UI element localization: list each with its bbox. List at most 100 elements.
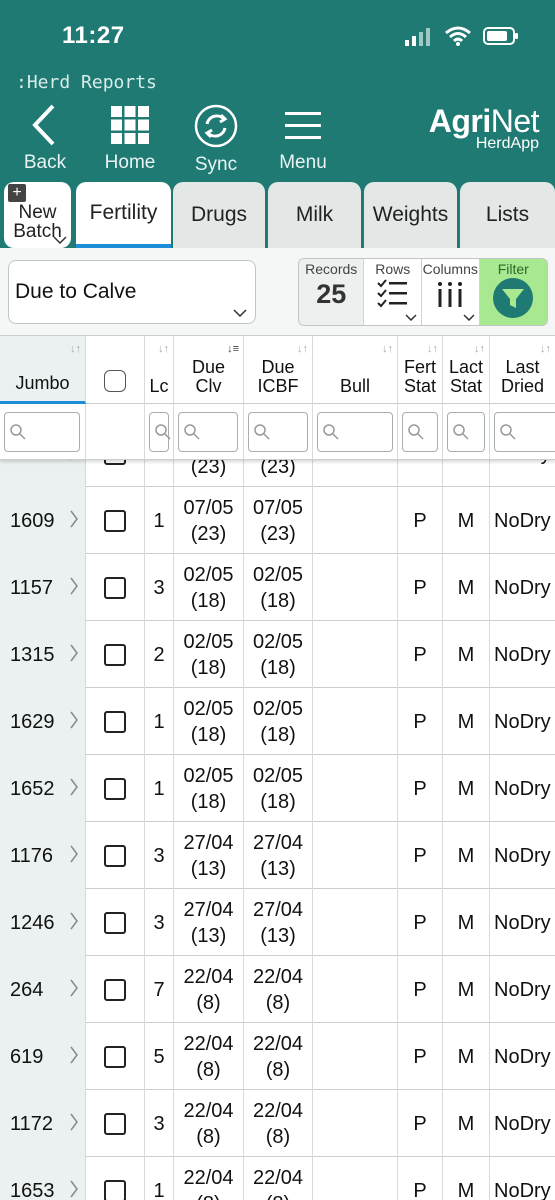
jumbo-cell[interactable]: 619 [0,1023,86,1090]
tab-lists[interactable]: Lists [460,182,555,248]
row-checkbox[interactable] [104,1179,126,1200]
search-cell-due-icbf [244,404,313,460]
table-row[interactable]: 1172 3 22/04 (8) 22/04 (8) P M NoDry [0,1090,555,1157]
filter-label: Filter [497,261,529,277]
table-row[interactable]: 619 5 22/04 (8) 22/04 (8) P M NoDry [0,1023,555,1090]
jumbo-number: 1176 [10,844,54,867]
row-checkbox[interactable] [104,911,126,934]
jumbo-cell[interactable]: 1315 [0,621,86,688]
tab-milk[interactable]: Milk [268,182,361,248]
col-header-due-clv[interactable]: ↓≡ Due Clv [174,336,244,404]
col-header-last-dried[interactable]: ↓↑ Last Dried [490,336,555,404]
fert-stat-cell: P [398,1090,443,1157]
tab-weights[interactable]: Weights [364,182,457,248]
due-icbf-date: 27/04 [252,898,304,921]
search-cell-bull [313,404,398,460]
report-tabs: + New Batch Fertility Drugs Milk Weights… [0,182,555,248]
col-header-due-clv-line2: Clv [195,376,222,396]
table-row[interactable]: 1176 3 27/04 (13) 27/04 (13) P M NoDry [0,822,555,889]
columns-button[interactable]: Columns [422,259,480,325]
back-button[interactable]: Back [0,104,90,174]
jumbo-cell[interactable]: 1246 [0,889,86,956]
sort-icon: ↓↑ [540,343,551,355]
lc-value: 3 [153,844,165,867]
lc-cell: 1 [145,487,174,554]
select-cell [86,755,145,822]
row-checkbox[interactable] [104,1045,126,1068]
row-checkbox[interactable] [104,710,126,733]
filter-button[interactable]: Filter [479,259,547,325]
table-row[interactable]: 1653 1 22/04 (8) 22/04 (8) P M NoDry [0,1157,555,1200]
jumbo-cell[interactable]: 1609 [0,487,86,554]
select-all-checkbox[interactable] [104,370,126,392]
tab-fertility[interactable]: Fertility [76,182,171,248]
col-header-fert-stat[interactable]: ↓↑ Fert Stat [398,336,443,404]
chevron-right-icon [70,1180,78,1198]
jumbo-cell[interactable]: 1172 [0,1090,86,1157]
column-search-input-lc[interactable] [149,412,171,452]
due-icbf-days: (18) [260,723,296,746]
due-icbf-days: (23) [260,460,296,478]
column-search-input-due-clv[interactable] [178,412,238,452]
column-search-input-fert-stat[interactable] [402,412,438,452]
due-icbf-days: (18) [260,656,296,679]
jumbo-cell[interactable]: 1653 [0,1157,86,1200]
table-row[interactable]: 1246 3 27/04 (13) 27/04 (13) P M NoDry [0,889,555,956]
jumbo-cell[interactable]: 1112 [0,460,86,487]
column-search-input-last-dried[interactable] [494,412,555,452]
col-header-jumbo[interactable]: ↓↑ Jumbo [0,336,86,404]
row-checkbox[interactable] [104,1112,126,1135]
table-row[interactable]: 1315 2 02/05 (18) 02/05 (18) P M NoDry [0,621,555,688]
jumbo-cell[interactable]: 1176 [0,822,86,889]
jumbo-cell[interactable]: 1652 [0,755,86,822]
due-clv-date: 22/04 [183,1032,234,1055]
row-checkbox[interactable] [104,509,126,532]
due-clv-days: (18) [190,790,227,813]
new-batch-button[interactable]: + New Batch [4,182,71,248]
table-row[interactable]: 264 7 22/04 (8) 22/04 (8) P M NoDry [0,956,555,1023]
jumbo-number: 1172 [10,1112,54,1135]
table-row[interactable]: 1629 1 02/05 (18) 02/05 (18) P M NoDry [0,688,555,755]
report-type-select[interactable]: Due to Calve [8,260,256,324]
row-checkbox[interactable] [104,777,126,800]
lact-stat-value: M [457,978,475,1001]
row-checkbox[interactable] [104,460,126,465]
brand-name-part1: Agri [428,103,492,139]
column-search-input-lact-stat[interactable] [447,412,485,452]
column-search-input-bull[interactable] [317,412,393,452]
tab-drugs[interactable]: Drugs [173,182,265,248]
due-icbf-date: 22/04 [252,965,304,988]
search-cell-select [86,404,145,460]
home-button[interactable]: Home [85,104,175,174]
jumbo-cell[interactable]: 1629 [0,688,86,755]
col-header-bull[interactable]: ↓↑ Bull [313,336,398,404]
row-checkbox[interactable] [104,844,126,867]
due-icbf-cell: 07/05(23) [244,460,313,487]
jumbo-cell[interactable]: 1157 [0,554,86,621]
row-checkbox[interactable] [104,978,126,1001]
jumbo-cell[interactable]: 264 [0,956,86,1023]
due-icbf-days: (13) [260,857,296,880]
table-row[interactable]: 1112 3 07/05(23)07/05(23) P M NoDry [0,460,555,487]
agrinet-logo: AgriNet HerdApp [428,103,540,152]
col-header-lc[interactable]: ↓↑ Lc [145,336,174,404]
sync-button[interactable]: Sync [171,104,261,176]
rows-button[interactable]: Rows [364,259,422,325]
col-header-lact-stat[interactable]: ↓↑ Lact Stat [443,336,490,404]
row-checkbox[interactable] [104,643,126,666]
column-search-input-jumbo[interactable] [4,412,80,452]
due-clv-date: 27/04 [183,831,234,854]
table-row[interactable]: 1652 1 02/05 (18) 02/05 (18) P M NoDry [0,755,555,822]
column-search-input-due-icbf[interactable] [248,412,308,452]
row-checkbox[interactable] [104,576,126,599]
wifi-icon [445,26,471,46]
col-header-due-icbf[interactable]: ↓↑ Due ICBF [244,336,313,404]
select-cell [86,822,145,889]
last-dried-cell: NoDry [490,621,555,688]
due-clv-days: (18) [190,723,227,746]
lact-stat-cell: M [443,621,490,688]
table-row[interactable]: 1157 3 02/05 (18) 02/05 (18) P M NoDry [0,554,555,621]
table-row[interactable]: 1609 1 07/05 (23) 07/05 (23) P M NoDry [0,487,555,554]
jumbo-number: 1315 [10,643,55,666]
menu-button[interactable]: Menu [258,104,348,174]
